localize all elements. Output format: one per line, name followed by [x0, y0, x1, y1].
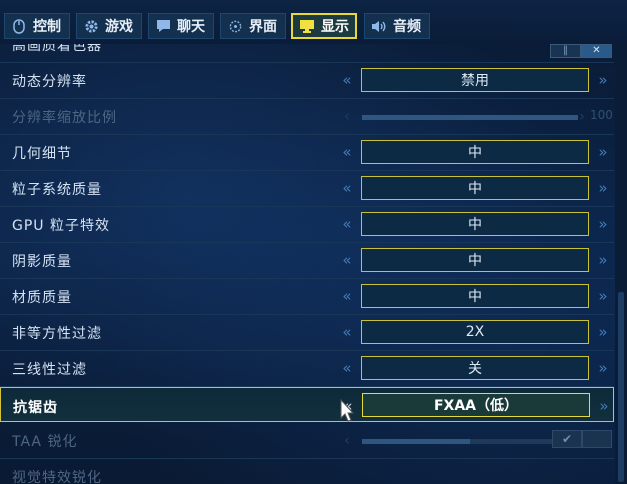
gear-icon	[83, 18, 99, 34]
chevron-right-icon[interactable]: »	[596, 360, 610, 376]
setting-label: 高画质着色器	[12, 44, 102, 54]
chevron-left-icon[interactable]: «	[340, 324, 354, 340]
chevron-left-icon[interactable]: «	[340, 216, 354, 232]
setting-row-visual-effect-sharpening: 视觉特效锐化	[0, 458, 614, 484]
setting-row-geometry-detail: 几何细节 « 中 »	[0, 134, 614, 171]
setting-row-anti-aliasing: 抗锯齿 « FXAA（低） »	[0, 387, 614, 422]
tab-label: 界面	[249, 19, 277, 35]
chevron-right-icon[interactable]: »	[596, 288, 610, 304]
toggle-control[interactable]: ‖ ✕	[550, 44, 612, 58]
taa-sharpening-slider	[362, 439, 578, 444]
chevron-right-icon[interactable]: »	[596, 180, 610, 196]
chevron-right-icon[interactable]: »	[596, 324, 610, 340]
setting-label: TAA 锐化	[12, 434, 78, 450]
settings-tab-bar: 控制 游戏 聊天 界面 显示 音频	[0, 0, 627, 44]
value-selector[interactable]: 中	[361, 248, 589, 272]
tab-display[interactable]: 显示	[291, 13, 357, 39]
visual-sharpening-toggle[interactable]: ✔	[552, 430, 612, 448]
setting-row-taa-sharpening: TAA 锐化 ‹ › 50	[0, 422, 614, 459]
setting-label: 非等方性过滤	[12, 326, 102, 342]
setting-label: 分辨率缩放比例	[12, 110, 117, 126]
chevron-left-icon[interactable]: «	[340, 252, 354, 268]
tab-label: 音频	[393, 19, 421, 35]
toggle-off-icon[interactable]: ‖	[550, 44, 581, 58]
chevron-right-icon[interactable]: »	[596, 72, 610, 88]
value-selector[interactable]: 中	[361, 176, 589, 200]
setting-label: 阴影质量	[12, 254, 72, 270]
setting-row-gpu-particles: GPU 粒子特效 « 中 »	[0, 206, 614, 243]
toggle-off-icon[interactable]	[582, 430, 612, 448]
chevron-left-icon: ‹	[344, 431, 350, 449]
scrollbar[interactable]	[615, 44, 627, 484]
chevron-right-icon: ›	[579, 107, 585, 125]
value-selector[interactable]: FXAA（低）	[362, 393, 590, 417]
chevron-right-icon[interactable]: »	[596, 216, 610, 232]
tab-label: 控制	[33, 19, 61, 35]
tab-controls[interactable]: 控制	[4, 13, 70, 39]
tab-interface[interactable]: 界面	[220, 13, 286, 39]
setting-row-dynamic-resolution: 动态分辨率 « 禁用 »	[0, 62, 614, 99]
setting-label: 三线性过滤	[12, 362, 87, 378]
setting-label: 几何细节	[12, 146, 72, 162]
chat-icon	[155, 18, 171, 34]
chevron-left-icon[interactable]: «	[340, 360, 354, 376]
display-settings-list: 高画质着色器 ‖ ✕ 动态分辨率 « 禁用 » 分辨率缩放比例 ‹ › 100 …	[0, 44, 627, 484]
setting-row-resolution-scale: 分辨率缩放比例 ‹ › 100	[0, 98, 614, 135]
value-selector[interactable]: 禁用	[361, 68, 589, 92]
setting-row-anisotropic-filtering: 非等方性过滤 « 2X »	[0, 314, 614, 351]
mouse-cursor-icon	[340, 399, 355, 422]
tab-game[interactable]: 游戏	[76, 13, 142, 39]
chevron-right-icon[interactable]: »	[597, 398, 611, 414]
setting-label: 视觉特效锐化	[12, 470, 102, 484]
setting-row-trilinear-filtering: 三线性过滤 « 关 »	[0, 350, 614, 387]
tab-label: 显示	[321, 19, 349, 35]
tab-label: 聊天	[177, 19, 205, 35]
setting-label: 抗锯齿	[13, 400, 58, 416]
setting-row-texture-quality: 材质质量 « 中 »	[0, 278, 614, 315]
setting-label: GPU 粒子特效	[12, 218, 110, 234]
tab-label: 游戏	[105, 19, 133, 35]
check-icon[interactable]: ✕	[581, 44, 612, 58]
setting-row-shadow-quality: 阴影质量 « 中 »	[0, 242, 614, 279]
crosshair-icon	[227, 18, 243, 34]
monitor-icon	[299, 18, 315, 34]
mouse-icon	[11, 18, 27, 34]
resolution-scale-slider	[362, 115, 578, 120]
setting-label: 材质质量	[12, 290, 72, 306]
value-selector[interactable]: 关	[361, 356, 589, 380]
setting-row-high-quality-shader: 高画质着色器 ‖ ✕	[0, 44, 614, 63]
chevron-right-icon[interactable]: »	[596, 144, 610, 160]
setting-row-particle-quality: 粒子系统质量 « 中 »	[0, 170, 614, 207]
value-selector[interactable]: 中	[361, 212, 589, 236]
setting-label: 动态分辨率	[12, 74, 87, 90]
slider-value: 100	[590, 108, 613, 122]
check-icon[interactable]: ✔	[552, 430, 582, 448]
tab-audio[interactable]: 音频	[364, 13, 430, 39]
chevron-left-icon[interactable]: «	[340, 72, 354, 88]
chevron-left-icon: ‹	[344, 107, 350, 125]
tab-chat[interactable]: 聊天	[148, 13, 214, 39]
value-selector[interactable]: 中	[361, 140, 589, 164]
chevron-left-icon[interactable]: «	[340, 180, 354, 196]
value-selector[interactable]: 中	[361, 284, 589, 308]
setting-label: 粒子系统质量	[12, 182, 102, 198]
value-selector[interactable]: 2X	[361, 320, 589, 344]
scrollbar-thumb[interactable]	[618, 292, 624, 482]
chevron-left-icon[interactable]: «	[340, 144, 354, 160]
chevron-left-icon[interactable]: «	[340, 288, 354, 304]
speaker-icon	[371, 18, 387, 34]
chevron-right-icon[interactable]: »	[596, 252, 610, 268]
